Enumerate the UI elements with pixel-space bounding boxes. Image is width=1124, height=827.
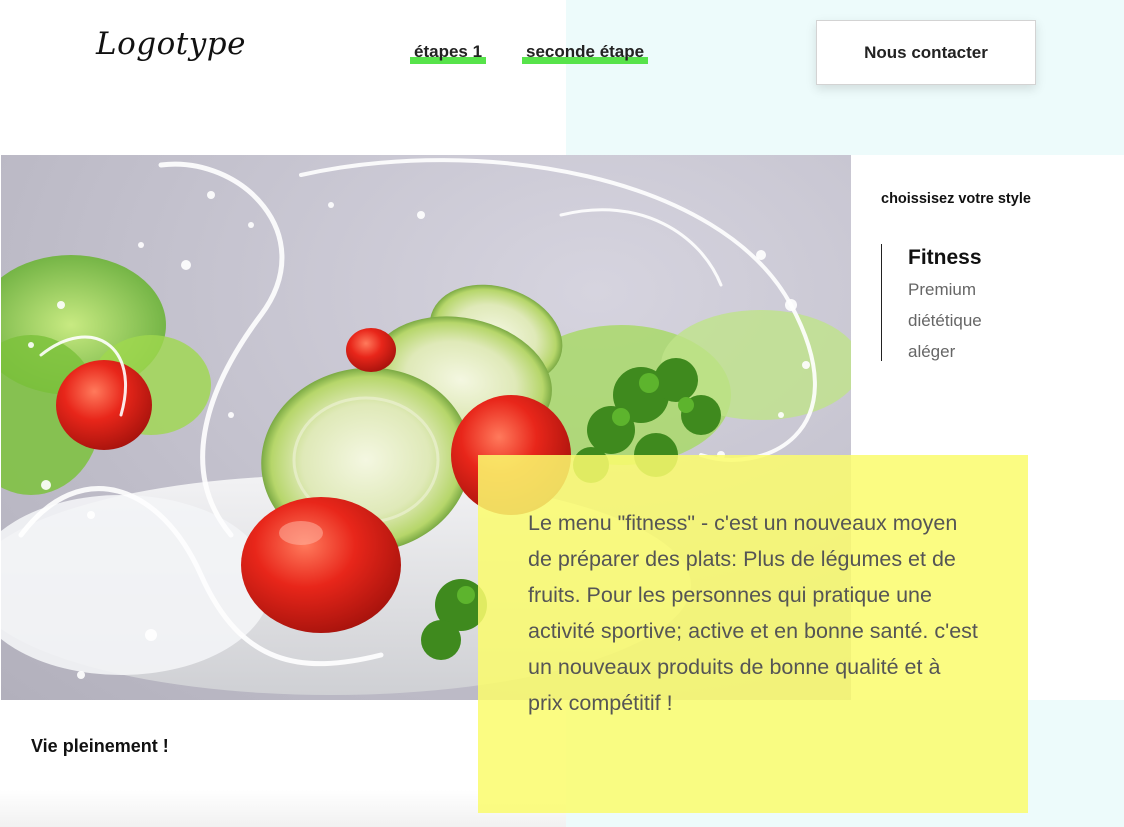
nav-link-etapes-1[interactable]: étapes 1 (410, 42, 487, 64)
tagline: Vie pleinement ! (31, 736, 169, 756)
description-text: Le menu "fitness" - c'est un nouveaux mo… (528, 511, 978, 715)
style-item-dietetique[interactable]: diététique (908, 305, 982, 336)
logo[interactable]: Logotype (96, 26, 246, 62)
style-item-premium[interactable]: Premium (908, 274, 982, 305)
description-box: Le menu "fitness" - c'est un nouveaux mo… (478, 455, 1028, 813)
style-list: Fitness Premium diététique aléger (881, 244, 982, 361)
nav-link-seconde-etape[interactable]: seconde étape (522, 42, 649, 64)
contact-button[interactable]: Nous contacter (816, 20, 1036, 85)
style-item-aleger[interactable]: aléger (908, 336, 982, 367)
style-item-fitness[interactable]: Fitness (908, 244, 982, 272)
style-panel-title: choissisez votre style (881, 191, 1031, 207)
